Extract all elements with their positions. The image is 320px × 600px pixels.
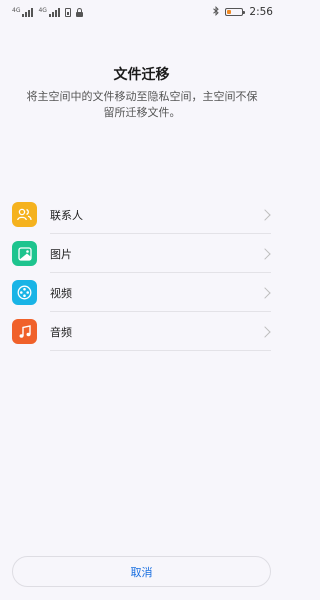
music-icon xyxy=(12,319,37,344)
network-type-label: 4G xyxy=(38,6,47,14)
page-title: 文件迁移 xyxy=(113,67,170,83)
list-item-label: 音频 xyxy=(50,325,72,339)
list-item-label: 视频 xyxy=(50,286,72,300)
battery-icon xyxy=(225,8,246,16)
chevron-right-icon xyxy=(259,247,271,260)
cancel-button[interactable]: 取消 xyxy=(12,556,271,587)
list-item-label: 图片 xyxy=(50,247,72,261)
list-item-images[interactable]: 图片 xyxy=(0,234,283,273)
sim-icon xyxy=(64,7,71,17)
list-item-contacts[interactable]: 联系人 xyxy=(0,195,283,234)
status-left: 4G 4G xyxy=(12,6,83,17)
divider xyxy=(50,350,271,351)
network-type-label: 4G xyxy=(12,6,21,14)
lock-icon xyxy=(75,7,83,17)
list-item-audio[interactable]: 音频 xyxy=(0,312,283,351)
list-item-label: 联系人 xyxy=(50,208,83,222)
file-type-list: 联系人 图片 视频 音频 xyxy=(0,195,283,351)
signal-icon: 4G xyxy=(38,6,60,17)
status-right: 2:56 xyxy=(213,5,273,19)
signal-icon: 4G xyxy=(12,6,34,17)
chevron-right-icon xyxy=(259,286,271,299)
chevron-right-icon xyxy=(259,208,271,221)
chevron-right-icon xyxy=(259,325,271,338)
clock: 2:56 xyxy=(249,6,273,18)
page-description: 将主空间中的文件移动至隐私空间，主空间不保留所迁移文件。 xyxy=(26,90,258,119)
list-item-videos[interactable]: 视频 xyxy=(0,273,283,312)
image-icon xyxy=(12,241,37,266)
battery-level xyxy=(227,10,232,14)
contacts-icon xyxy=(12,202,37,227)
bluetooth-icon xyxy=(213,5,220,19)
video-icon xyxy=(12,280,37,305)
status-bar: 4G 4G 2:56 xyxy=(0,0,283,24)
